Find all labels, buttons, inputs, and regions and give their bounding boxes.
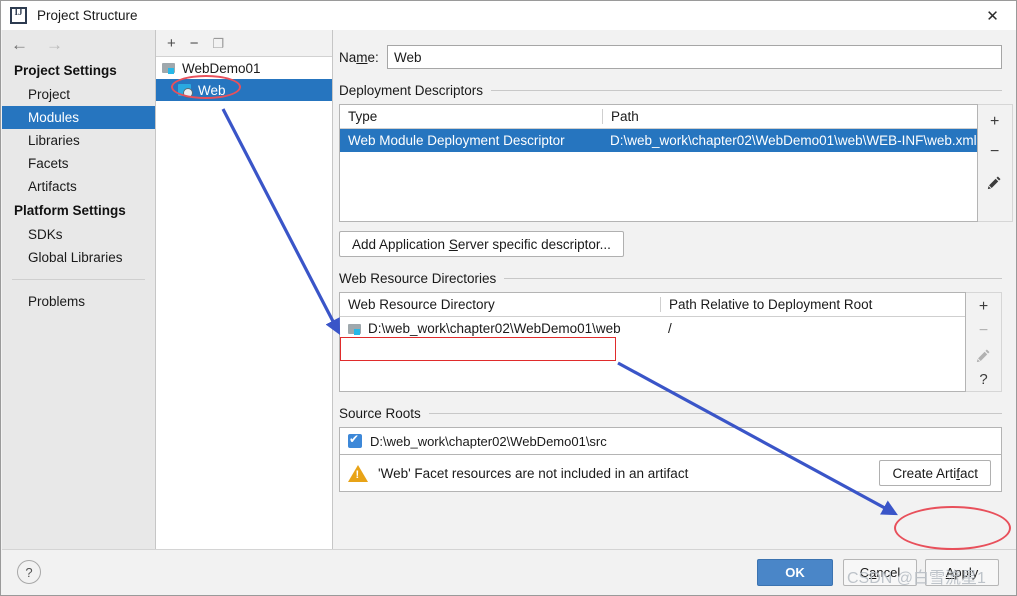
- add-application-server-descriptor-button[interactable]: Add Application Server specific descript…: [339, 231, 624, 257]
- sidebar-item-artifacts[interactable]: Artifacts: [2, 175, 155, 198]
- name-row: Name:: [339, 45, 1002, 69]
- sidebar-divider: [12, 279, 145, 280]
- title-bar: Project Structure ✕: [1, 1, 1016, 30]
- facet-warning-row: 'Web' Facet resources are not included i…: [339, 454, 1002, 492]
- create-artifact-button[interactable]: Create Artifact: [879, 460, 991, 486]
- section-deployment-descriptors: Deployment Descriptors: [339, 83, 1002, 98]
- remove-module-icon[interactable]: −: [190, 36, 199, 51]
- section-rule: [428, 413, 1002, 414]
- settings-sidebar: ← → Project Settings Project Modules Lib…: [2, 30, 156, 549]
- sidebar-item-modules[interactable]: Modules: [2, 106, 155, 129]
- sidebar-item-sdks[interactable]: SDKs: [2, 223, 155, 246]
- sidebar-item-facets[interactable]: Facets: [2, 152, 155, 175]
- section-label: Web Resource Directories: [339, 271, 497, 286]
- pencil-icon[interactable]: [967, 343, 1001, 367]
- column-header-web-resource-directory[interactable]: Web Resource Directory: [340, 297, 660, 312]
- section-source-roots: Source Roots: [339, 406, 1002, 421]
- web-resource-directories-table: Web Resource Directory Path Relative to …: [339, 292, 966, 392]
- sidebar-item-project[interactable]: Project: [2, 83, 155, 106]
- table-header: Type Path: [340, 105, 977, 129]
- directory-icon: [348, 323, 362, 335]
- arrow-right-icon[interactable]: →: [46, 36, 63, 53]
- arrow-left-icon[interactable]: ←: [11, 36, 28, 53]
- section-rule: [504, 278, 1002, 279]
- sidebar-group-title-platform-settings: Platform Settings: [14, 203, 126, 218]
- deployment-descriptors-table: Type Path Web Module Deployment Descript…: [339, 104, 978, 222]
- source-root-path: D:\web_work\chapter02\WebDemo01\src: [370, 433, 607, 449]
- plus-icon[interactable]: +: [967, 295, 1001, 319]
- table-header: Web Resource Directory Path Relative to …: [340, 293, 965, 317]
- minus-icon[interactable]: −: [978, 137, 1012, 167]
- plus-icon[interactable]: +: [978, 107, 1012, 137]
- section-web-resource-directories: Web Resource Directories: [339, 271, 1002, 286]
- intellij-idea-icon: [10, 7, 27, 24]
- section-rule: [491, 90, 1002, 91]
- add-module-icon[interactable]: +: [167, 36, 176, 51]
- table-row[interactable]: Web Module Deployment Descriptor D:\web_…: [340, 129, 977, 152]
- tree-node-web[interactable]: Web: [156, 79, 332, 101]
- tree-node-label: Web: [198, 82, 226, 98]
- cell-type: Web Module Deployment Descriptor: [348, 133, 565, 148]
- cell-path: D:\web_work\chapter02\WebDemo01\web\WEB-…: [610, 133, 977, 148]
- section-label: Source Roots: [339, 406, 421, 421]
- column-header-path[interactable]: Path: [602, 109, 977, 124]
- cell-directory: D:\web_work\chapter02\WebDemo01\web: [340, 321, 660, 336]
- help-icon[interactable]: ?: [17, 560, 41, 584]
- sidebar-item-libraries[interactable]: Libraries: [2, 129, 155, 152]
- cancel-button[interactable]: Ca ncel: [843, 559, 917, 586]
- warning-triangle-icon: [348, 464, 368, 482]
- pencil-icon[interactable]: [978, 167, 1012, 197]
- web-resource-directories-table-wrap: Web Resource Directory Path Relative to …: [339, 292, 1002, 392]
- sidebar-item-global-libraries[interactable]: Global Libraries: [2, 246, 155, 269]
- sidebar-item-problems[interactable]: Problems: [2, 290, 155, 313]
- name-label: Name:: [339, 49, 379, 65]
- web-facet-icon: [178, 83, 193, 98]
- sidebar-nav: ← →: [2, 30, 155, 58]
- section-label: Deployment Descriptors: [339, 83, 484, 98]
- dialog-footer: ? OK Ca ncel Apply: [2, 549, 1016, 595]
- facet-settings-panel: Name: Deployment Descriptors Type Path W…: [333, 30, 1016, 549]
- apply-button[interactable]: Apply: [925, 559, 999, 586]
- warning-text: 'Web' Facet resources are not included i…: [378, 465, 689, 481]
- close-icon[interactable]: ✕: [969, 1, 1016, 30]
- module-folder-icon: [162, 62, 176, 74]
- sidebar-group-title-project-settings: Project Settings: [14, 63, 117, 78]
- column-header-type[interactable]: Type: [340, 109, 602, 124]
- question-icon[interactable]: ?: [967, 367, 1001, 391]
- table-row[interactable]: D:\web_work\chapter02\WebDemo01\web /: [340, 317, 965, 340]
- module-tree-panel: + − ❐ WebDemo01 Web: [156, 30, 333, 549]
- deployment-descriptors-toolbar: + −: [977, 104, 1013, 222]
- ok-button[interactable]: OK: [757, 559, 833, 586]
- window-title: Project Structure: [37, 8, 138, 23]
- cell-directory-text: D:\web_work\chapter02\WebDemo01\web: [368, 321, 621, 336]
- source-root-row[interactable]: D:\web_work\chapter02\WebDemo01\src: [339, 427, 1002, 454]
- project-structure-dialog: Project Structure ✕ ← → Project Settings…: [0, 0, 1017, 596]
- web-resource-directories-toolbar: + − ?: [966, 292, 1002, 392]
- source-root-checkbox[interactable]: [348, 432, 362, 448]
- deployment-descriptors-table-wrap: Type Path Web Module Deployment Descript…: [339, 104, 1013, 222]
- tree-node-label: WebDemo01: [182, 60, 261, 76]
- tree-node-webdemo01[interactable]: WebDemo01: [156, 57, 332, 79]
- name-input[interactable]: [387, 45, 1002, 69]
- module-tree-toolbar: + − ❐: [156, 30, 332, 57]
- column-header-relative-path[interactable]: Path Relative to Deployment Root: [660, 297, 965, 312]
- copy-module-icon[interactable]: ❐: [213, 37, 225, 50]
- minus-icon[interactable]: −: [967, 319, 1001, 343]
- cell-relative-path: /: [668, 321, 672, 336]
